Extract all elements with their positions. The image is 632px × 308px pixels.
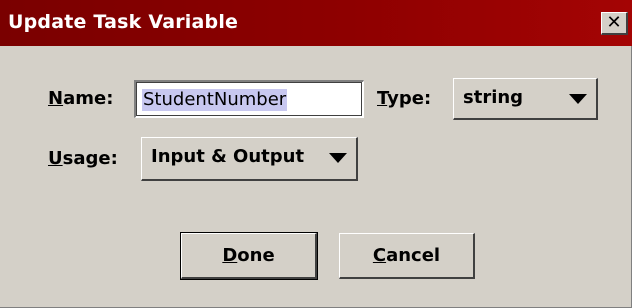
close-icon: ✕ [606,12,622,33]
done-button-mnemonic: D [222,245,238,266]
update-task-variable-dialog: Update Task Variable ✕ Name: StudentNumb… [0,0,632,308]
cancel-button-mnemonic: C [372,245,387,266]
usage-dropdown[interactable]: Input & Output [141,137,358,181]
done-button-label: one [237,245,275,266]
type-dropdown-value: string [463,87,524,108]
usage-label: Usage: [48,148,118,169]
name-input-value: StudentNumber [142,89,288,111]
type-label-text: ype: [387,88,432,109]
cancel-button-label: ancel [386,245,441,266]
window-title: Update Task Variable [8,11,239,33]
name-label-text: ame: [63,88,114,109]
close-button[interactable]: ✕ [601,12,628,35]
cancel-button[interactable]: Cancel [339,233,475,279]
name-input[interactable]: StudentNumber [134,80,364,118]
chevron-down-icon [329,153,347,163]
chevron-down-icon [569,94,587,104]
name-label-mnemonic: N [48,88,64,109]
name-label: Name: [48,88,113,109]
title-bar[interactable]: Update Task Variable ✕ [0,0,632,46]
done-button[interactable]: Done [180,232,318,280]
usage-label-mnemonic: U [48,148,63,169]
type-label: Type: [377,88,431,109]
usage-label-text: sage: [62,148,118,169]
usage-dropdown-value: Input & Output [151,146,305,167]
type-label-mnemonic: T [377,88,388,109]
type-dropdown[interactable]: string [453,78,598,120]
